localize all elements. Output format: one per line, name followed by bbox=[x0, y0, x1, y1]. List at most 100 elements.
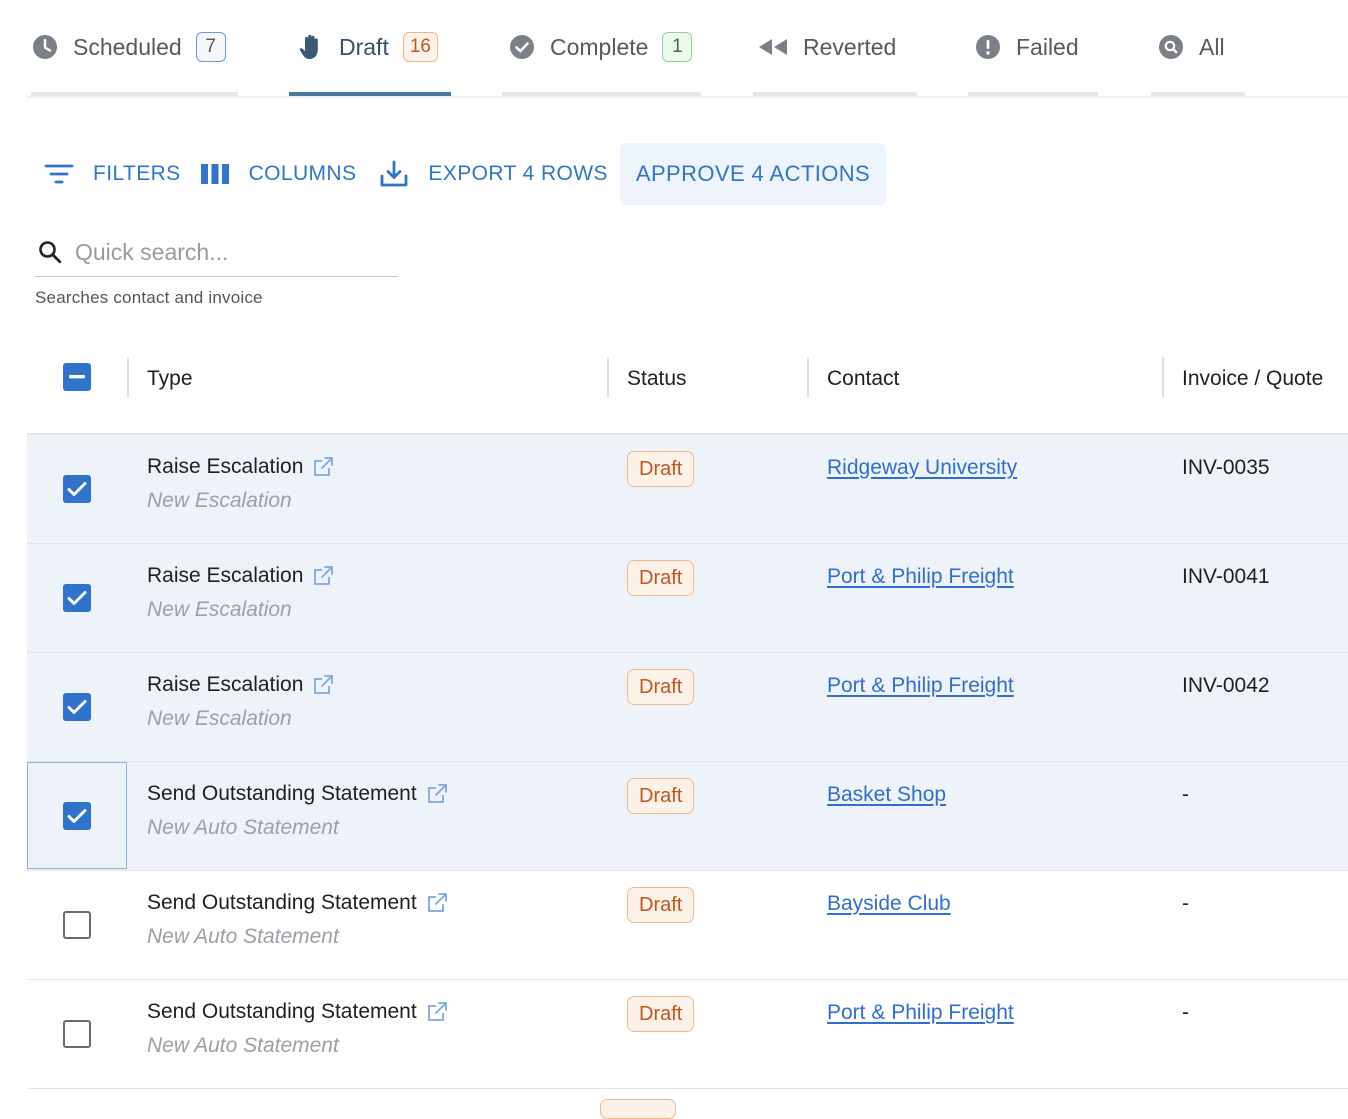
status-badge-partial bbox=[600, 1099, 676, 1119]
table-row[interactable]: Raise Escalation New Escalation Draft Po… bbox=[27, 544, 1348, 653]
type-cell: Raise Escalation bbox=[147, 564, 335, 588]
tab-label: All bbox=[1199, 33, 1225, 60]
invoice-number: - bbox=[1182, 1001, 1189, 1024]
external-link-icon[interactable] bbox=[425, 1000, 449, 1024]
contact-link[interactable]: Port & Philip Freight bbox=[827, 565, 1014, 589]
filter-icon bbox=[43, 158, 75, 190]
table-row[interactable]: Send Outstanding Statement New Auto Stat… bbox=[27, 980, 1348, 1089]
tab-underline-active bbox=[289, 92, 451, 96]
approve-actions-button[interactable]: APPROVE 4 ACTIONS bbox=[619, 143, 887, 205]
column-header-type[interactable]: Type bbox=[147, 325, 193, 433]
status-tabs: Scheduled 7 Draft 16 Complete 1 Reverted… bbox=[27, 0, 1348, 98]
type-cell: Raise Escalation bbox=[147, 673, 335, 697]
row-checkbox[interactable] bbox=[63, 693, 91, 721]
export-button[interactable]: EXPORT 4 ROWS bbox=[366, 143, 617, 205]
action-subtype: New Escalation bbox=[147, 489, 292, 512]
external-link-icon[interactable] bbox=[425, 782, 449, 806]
quick-search bbox=[35, 228, 398, 277]
filters-button[interactable]: FILTERS bbox=[27, 143, 191, 205]
search-helper-text: Searches contact and invoice bbox=[35, 288, 263, 307]
action-type: Send Outstanding Statement bbox=[147, 1000, 417, 1023]
hand-icon bbox=[297, 33, 325, 61]
table-row[interactable]: Send Outstanding Statement New Auto Stat… bbox=[27, 871, 1348, 980]
table-row[interactable]: Send Outstanding Statement New Auto Stat… bbox=[27, 762, 1348, 871]
row-checkbox-cell bbox=[27, 871, 127, 978]
search-input[interactable] bbox=[73, 237, 377, 267]
search-icon bbox=[37, 239, 63, 265]
action-type: Raise Escalation bbox=[147, 564, 304, 587]
tab-complete[interactable]: Complete 1 bbox=[502, 0, 701, 96]
status-badge: Draft bbox=[627, 451, 695, 487]
tab-failed[interactable]: Failed bbox=[968, 0, 1098, 96]
row-checkbox[interactable] bbox=[63, 802, 91, 830]
column-separator bbox=[1162, 357, 1164, 397]
external-link-icon[interactable] bbox=[311, 455, 335, 479]
tab-label: Draft bbox=[339, 33, 389, 60]
column-separator bbox=[807, 357, 809, 397]
tab-all[interactable]: All bbox=[1151, 0, 1245, 96]
filters-label: FILTERS bbox=[93, 162, 181, 185]
tab-underline bbox=[502, 92, 701, 96]
row-checkbox-cell bbox=[27, 435, 127, 542]
invoice-number: INV-0041 bbox=[1182, 565, 1270, 588]
columns-icon bbox=[199, 158, 231, 190]
tab-label: Reverted bbox=[803, 33, 897, 60]
contact-link[interactable]: Port & Philip Freight bbox=[827, 674, 1014, 698]
action-type: Raise Escalation bbox=[147, 455, 304, 478]
table-row[interactable]: Raise Escalation New Escalation Draft Po… bbox=[27, 653, 1348, 762]
column-separator bbox=[607, 357, 609, 397]
export-label: EXPORT 4 ROWS bbox=[428, 162, 608, 185]
status-badge: Draft bbox=[627, 669, 695, 705]
contact-link[interactable]: Ridgeway University bbox=[827, 456, 1017, 480]
action-type: Send Outstanding Statement bbox=[147, 891, 417, 914]
contact-link[interactable]: Basket Shop bbox=[827, 783, 946, 807]
row-checkbox[interactable] bbox=[63, 1020, 91, 1048]
table-header: Type Status Contact Invoice / Quote bbox=[27, 325, 1348, 435]
actions-table: Type Status Contact Invoice / Quote Rais… bbox=[27, 325, 1348, 1089]
status-badge: Draft bbox=[627, 887, 695, 923]
tab-scheduled[interactable]: Scheduled 7 bbox=[31, 0, 238, 96]
type-cell: Raise Escalation bbox=[147, 455, 335, 479]
rewind-icon bbox=[757, 33, 789, 61]
contact-link[interactable]: Port & Philip Freight bbox=[827, 1001, 1014, 1025]
tab-count-badge: 1 bbox=[662, 32, 693, 62]
column-header-status[interactable]: Status bbox=[627, 325, 687, 433]
table-row[interactable]: Raise Escalation New Escalation Draft Ri… bbox=[27, 435, 1348, 544]
row-checkbox[interactable] bbox=[63, 584, 91, 612]
invoice-number: INV-0042 bbox=[1182, 674, 1270, 697]
row-checkbox[interactable] bbox=[63, 911, 91, 939]
tab-reverted[interactable]: Reverted bbox=[753, 0, 917, 96]
tab-draft[interactable]: Draft 16 bbox=[289, 0, 451, 96]
external-link-icon[interactable] bbox=[311, 564, 335, 588]
row-checkbox-cell bbox=[27, 762, 127, 869]
status-badge: Draft bbox=[627, 996, 695, 1032]
tab-underline bbox=[31, 92, 238, 96]
columns-label: COLUMNS bbox=[248, 162, 357, 185]
contact-link[interactable]: Bayside Club bbox=[827, 892, 951, 916]
action-type: Raise Escalation bbox=[147, 673, 304, 696]
tab-label: Failed bbox=[1016, 33, 1079, 60]
invoice-number: INV-0035 bbox=[1182, 456, 1270, 479]
external-link-icon[interactable] bbox=[311, 673, 335, 697]
check-circle-icon bbox=[508, 33, 536, 61]
exclamation-circle-icon bbox=[974, 33, 1002, 61]
invoice-number: - bbox=[1182, 892, 1189, 915]
external-link-icon[interactable] bbox=[425, 891, 449, 915]
action-type: Send Outstanding Statement bbox=[147, 782, 417, 805]
columns-button[interactable]: COLUMNS bbox=[191, 143, 367, 205]
tab-count-badge: 16 bbox=[402, 32, 438, 62]
status-badge: Draft bbox=[627, 560, 695, 596]
column-header-contact[interactable]: Contact bbox=[827, 325, 899, 433]
tab-underline bbox=[1151, 92, 1245, 96]
action-subtype: New Auto Statement bbox=[147, 1034, 339, 1057]
type-cell: Send Outstanding Statement bbox=[147, 782, 449, 806]
tab-underline bbox=[753, 92, 917, 96]
column-separator bbox=[127, 357, 129, 397]
search-circle-icon bbox=[1157, 33, 1185, 61]
type-cell: Send Outstanding Statement bbox=[147, 891, 449, 915]
column-header-invoice[interactable]: Invoice / Quote bbox=[1182, 325, 1323, 433]
row-checkbox[interactable] bbox=[63, 475, 91, 503]
status-badge: Draft bbox=[627, 778, 695, 814]
invoice-number: - bbox=[1182, 783, 1189, 806]
select-all-checkbox[interactable] bbox=[63, 363, 91, 391]
